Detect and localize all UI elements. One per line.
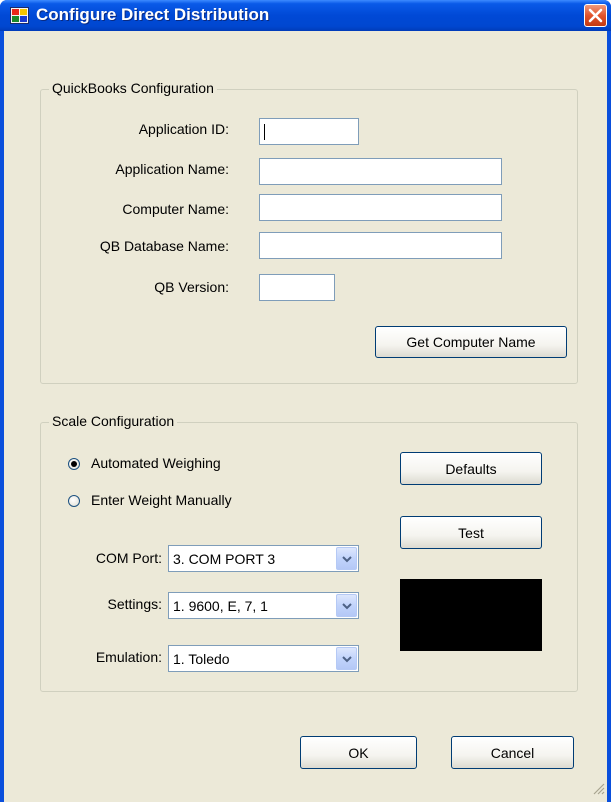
- test-button[interactable]: Test: [400, 516, 542, 549]
- application-icon: [10, 7, 29, 24]
- radio-dot: [71, 461, 77, 467]
- dialog-window: Configure Direct Distribution QuickBooks…: [0, 0, 611, 802]
- radio-automated-weighing[interactable]: Automated Weighing: [68, 455, 308, 475]
- dropdown-button[interactable]: [336, 547, 357, 570]
- radio-enter-weight-manually[interactable]: Enter Weight Manually: [68, 492, 308, 512]
- settings-label: Settings:: [107, 596, 162, 612]
- dropdown-button[interactable]: [336, 647, 357, 670]
- radio-button-selected[interactable]: [68, 458, 80, 470]
- qb-version-label: QB Version:: [154, 279, 229, 295]
- close-button[interactable]: [584, 4, 607, 27]
- text-caret: [264, 124, 265, 140]
- dialog-client-area: QuickBooks Configuration Application ID:…: [4, 31, 607, 802]
- computer-name-label: Computer Name:: [122, 201, 229, 217]
- application-name-label: Application Name:: [115, 161, 229, 177]
- dropdown-button[interactable]: [336, 594, 357, 617]
- computer-name-field[interactable]: [259, 194, 502, 221]
- settings-value: 1. 9600, E, 7, 1: [173, 598, 268, 614]
- group-label-scale: Scale Configuration: [49, 413, 178, 429]
- radio-manual-label: Enter Weight Manually: [91, 492, 232, 508]
- title-bar[interactable]: Configure Direct Distribution: [0, 0, 611, 31]
- cancel-button[interactable]: Cancel: [451, 736, 574, 769]
- resize-grip-icon[interactable]: [593, 782, 605, 800]
- emulation-label: Emulation:: [95, 649, 162, 665]
- radio-automated-label: Automated Weighing: [91, 455, 221, 471]
- weight-display: [400, 579, 542, 651]
- application-id-field[interactable]: [259, 118, 359, 145]
- defaults-button[interactable]: Defaults: [400, 452, 542, 485]
- qb-database-name-label: QB Database Name:: [99, 238, 229, 254]
- window-title: Configure Direct Distribution: [36, 5, 270, 24]
- qb-version-field[interactable]: [259, 274, 335, 301]
- com-port-select[interactable]: 3. COM PORT 3: [168, 545, 359, 572]
- emulation-select[interactable]: 1. Toledo: [168, 645, 359, 672]
- qb-database-name-field[interactable]: [259, 232, 502, 259]
- com-port-value: 3. COM PORT 3: [173, 551, 276, 567]
- application-id-label: Application ID:: [138, 121, 229, 137]
- get-computer-name-button[interactable]: Get Computer Name: [375, 326, 567, 358]
- group-label-quickbooks: QuickBooks Configuration: [49, 80, 217, 96]
- settings-select[interactable]: 1. 9600, E, 7, 1: [168, 592, 359, 619]
- com-port-label: COM Port:: [95, 550, 162, 566]
- radio-button-unselected[interactable]: [68, 495, 80, 507]
- emulation-value: 1. Toledo: [173, 651, 230, 667]
- ok-button[interactable]: OK: [300, 736, 417, 769]
- application-name-field[interactable]: [259, 158, 502, 185]
